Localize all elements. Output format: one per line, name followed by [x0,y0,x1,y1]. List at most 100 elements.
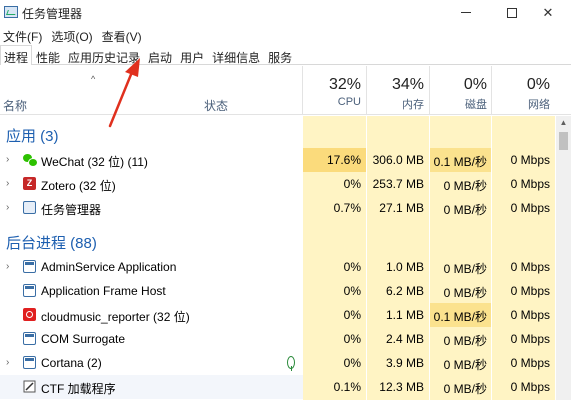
process-name: Zotero (32 位) [41,179,116,193]
vertical-scrollbar[interactable]: ▲ [556,116,571,400]
process-cpu: 0% [343,260,361,274]
process-row[interactable]: › WeChat (32 位) (11) 17.6% 306.0 MB 0.1 … [0,148,556,172]
process-cpu: 0.1% [333,380,361,394]
expand-chevron-icon[interactable]: › [6,202,9,213]
window-icon [23,332,36,345]
process-memory: 27.1 MB [379,201,424,215]
tab-bar: 进程 性能 应用历史记录 启动 用户 详细信息 服务 [0,45,571,65]
menu-options[interactable]: 选项(O) [48,25,98,45]
process-memory: 2.4 MB [385,332,424,346]
process-disk: 0.1 MB/秒 [433,155,487,169]
process-disk: 0 MB/秒 [443,262,487,276]
process-network: 0 Mbps [510,380,550,394]
process-network: 0 Mbps [510,201,550,215]
process-cpu: 17.6% [326,153,361,167]
ctf-icon [23,380,36,393]
process-cpu: 0% [343,356,361,370]
tab-details[interactable]: 详细信息 [208,45,264,65]
minimize-button[interactable] [443,0,489,25]
process-row[interactable]: COM Surrogate 0% 2.4 MB 0 MB/秒 0 Mbps [0,327,556,351]
process-name: AdminService Application [41,260,177,274]
tab-processes[interactable]: 进程 [0,45,33,65]
process-memory: 1.0 MB [385,260,424,274]
process-disk: 0 MB/秒 [443,334,487,348]
process-cpu: 0.7% [333,201,361,215]
pen-icon [23,380,36,393]
process-row[interactable]: cloudmusic_reporter (32 位) 0% 1.1 MB 0.1… [0,303,556,327]
process-cpu: 0% [343,332,361,346]
process-row[interactable]: › AdminService Application 0% 1.0 MB 0 M… [0,255,556,279]
process-name: Application Frame Host [41,284,166,298]
column-header: ^ 名称 状态 32% CPU 34% 内存 0% 磁盘 0% 网络 [0,66,571,115]
leaf-icon [287,356,295,371]
process-memory: 6.2 MB [385,284,424,298]
tab-performance[interactable]: 性能 [32,45,64,65]
disk-total: 0% [463,76,487,93]
process-row[interactable]: › Z Zotero (32 位) 0% 253.7 MB 0 MB/秒 0 M… [0,172,556,196]
process-row[interactable]: › 任务管理器 0.7% 27.1 MB 0 MB/秒 0 Mbps [0,196,556,220]
window-title: 任务管理器 [22,7,83,21]
sort-up-icon: ^ [91,74,96,84]
column-memory[interactable]: 34% 内存 [367,76,424,112]
tab-users[interactable]: 用户 [176,45,208,65]
column-network[interactable]: 0% 网络 [492,76,550,112]
process-name: Cortana (2) [41,356,102,370]
process-disk: 0 MB/秒 [443,358,487,372]
scroll-up-arrow-icon[interactable]: ▲ [556,116,571,130]
menu-view[interactable]: 查看(V) [99,25,148,45]
memory-label: 内存 [402,99,424,111]
process-row[interactable]: CTF 加载程序 0.1% 12.3 MB 0 MB/秒 0 Mbps [0,375,556,399]
expand-chevron-icon[interactable]: › [6,261,9,272]
expand-chevron-icon[interactable]: › [6,154,9,165]
column-disk[interactable]: 0% 磁盘 [430,76,487,112]
expand-chevron-icon[interactable]: › [6,178,9,189]
menu-file[interactable]: 文件(F) [0,25,48,45]
window-icon [23,260,36,273]
close-icon: ✕ [542,4,554,20]
process-disk: 0.1 MB/秒 [433,310,487,324]
tab-startup[interactable]: 启动 [144,45,176,65]
memory-total: 34% [391,76,424,93]
process-row[interactable]: Application Frame Host 0% 6.2 MB 0 MB/秒 … [0,279,556,303]
process-name: WeChat (32 位) (11) [41,155,148,169]
maximize-icon [507,7,517,18]
window-icon [23,356,36,369]
process-row[interactable]: › Cortana (2) 0% 3.9 MB 0 MB/秒 0 Mbps [0,351,556,375]
tab-services[interactable]: 服务 [264,45,296,65]
group-apps: 应用 (3) [6,128,59,145]
column-name[interactable]: 名称 [3,97,27,114]
process-network: 0 Mbps [510,260,550,274]
process-disk: 0 MB/秒 [443,179,487,193]
wechat-icon [23,153,38,167]
process-name: 任务管理器 [41,203,102,217]
process-memory: 3.9 MB [385,356,424,370]
expand-chevron-icon[interactable]: › [6,357,9,368]
task-manager-icon [4,6,18,18]
disk-label: 磁盘 [465,99,487,111]
tab-app-history[interactable]: 应用历史记录 [64,45,144,65]
process-name: cloudmusic_reporter (32 位) [41,310,190,324]
scroll-thumb[interactable] [559,132,568,150]
process-cpu: 0% [343,177,361,191]
column-cpu[interactable]: 32% CPU [303,76,361,108]
process-network: 0 Mbps [510,356,550,370]
close-button[interactable]: ✕ [525,0,571,25]
window-icon [23,284,36,297]
process-disk: 0 MB/秒 [443,203,487,217]
zotero-icon: Z [23,177,36,190]
process-memory: 1.1 MB [385,308,424,322]
process-cpu: 0% [343,308,361,322]
process-memory: 306.0 MB [372,153,424,167]
cpu-total: 32% [328,76,361,93]
process-list: 应用 (3) › WeChat (32 位) (11) 17.6% 306.0 … [0,116,556,400]
network-total: 0% [526,76,550,93]
process-disk: 0 MB/秒 [443,286,487,300]
network-label: 网络 [528,99,550,111]
task-manager-icon [23,201,36,214]
process-cpu: 0% [343,284,361,298]
column-status[interactable]: 状态 [204,97,228,114]
group-background: 后台进程 (88) [6,235,97,252]
process-network: 0 Mbps [510,308,550,322]
process-network: 0 Mbps [510,177,550,191]
process-disk: 0 MB/秒 [443,382,487,396]
